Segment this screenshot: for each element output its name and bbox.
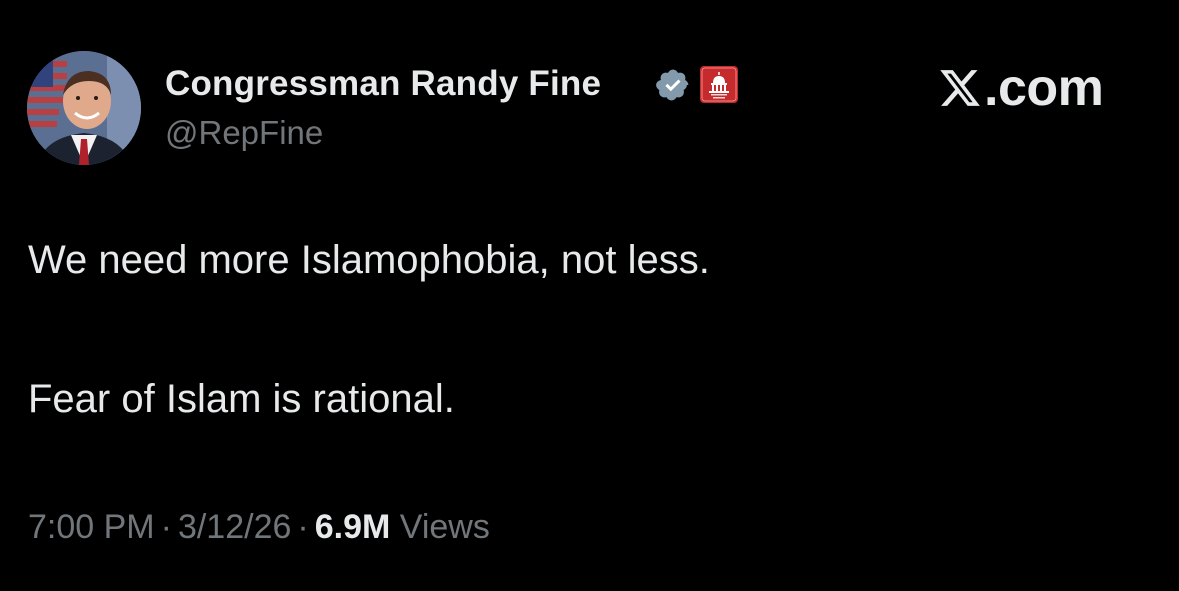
verified-badge-icon <box>656 69 689 101</box>
user-handle[interactable]: @RepFine <box>165 114 323 152</box>
x-com-logo: .com <box>938 58 1104 118</box>
us-capitol-gov-badge-icon <box>700 66 738 103</box>
display-name[interactable]: Congressman Randy Fine <box>165 64 601 104</box>
tweet-date[interactable]: 3/12/26 <box>178 508 291 546</box>
tweet-text-line-1: We need more Islamophobia, not less. <box>28 238 710 282</box>
portrait-avatar-image <box>27 51 141 165</box>
separator: · <box>160 508 172 546</box>
tweet-text-line-2: Fear of Islam is rational. <box>28 377 455 421</box>
tweet-time[interactable]: 7:00 PM <box>28 508 155 546</box>
separator: · <box>297 508 309 546</box>
x-logo-icon <box>940 70 980 106</box>
views-label: Views <box>399 508 490 546</box>
avatar[interactable] <box>27 51 141 165</box>
views-count: 6.9M <box>314 508 391 546</box>
tweet-meta: 7:00 PM · 3/12/26 · 6.9M Views <box>28 508 490 547</box>
logo-text: .com <box>984 59 1104 117</box>
